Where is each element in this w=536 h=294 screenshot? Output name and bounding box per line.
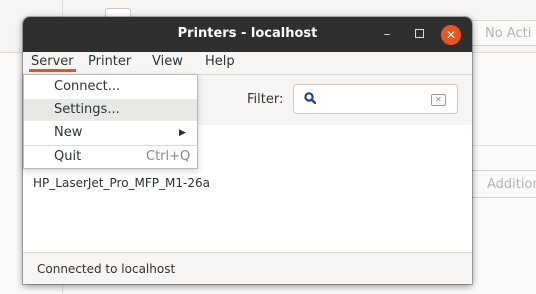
- menu-item-label: Settings...: [54, 102, 120, 117]
- background-additional-button: Additional: [470, 170, 536, 198]
- menu-view[interactable]: View: [150, 54, 185, 69]
- menu-item-connect[interactable]: Connect...: [24, 76, 197, 98]
- background-no-action-button: No Acti: [468, 20, 536, 46]
- menu-printer[interactable]: Printer: [86, 54, 133, 69]
- menu-item-settings[interactable]: Settings...: [24, 99, 197, 121]
- menu-item-label: Quit: [54, 149, 82, 164]
- menu-item-new[interactable]: New ▶: [24, 122, 197, 144]
- search-icon: [304, 92, 316, 104]
- window-title: Printers - localhost: [177, 26, 318, 41]
- maximize-icon[interactable]: [408, 24, 430, 46]
- statusbar: Connected to localhost: [23, 252, 472, 284]
- status-text: Connected to localhost: [37, 262, 176, 276]
- menu-server[interactable]: Server: [29, 54, 76, 72]
- menu-item-shortcut: Ctrl+Q: [146, 149, 191, 164]
- titlebar[interactable]: Printers - localhost – ✕: [23, 17, 472, 52]
- menubar: Server Printer View Help: [23, 52, 472, 75]
- clear-icon[interactable]: ✕: [431, 94, 446, 106]
- close-icon[interactable]: ✕: [441, 25, 461, 45]
- menu-item-label: Connect...: [54, 79, 121, 94]
- menu-help[interactable]: Help: [203, 54, 237, 69]
- filter-label: Filter:: [247, 92, 284, 107]
- menu-item-label: New: [54, 125, 83, 140]
- background-separator: [470, 145, 536, 146]
- server-menu-dropdown: Connect... Settings... New ▶ Quit Ctrl+Q: [23, 74, 198, 169]
- minimize-icon[interactable]: –: [376, 24, 398, 46]
- submenu-arrow-icon: ▶: [179, 128, 186, 138]
- printer-name[interactable]: HP_LaserJet_Pro_MFP_M1-26a: [23, 176, 220, 191]
- filter-input[interactable]: ✕: [293, 84, 458, 114]
- menu-item-quit[interactable]: Quit Ctrl+Q: [24, 146, 197, 168]
